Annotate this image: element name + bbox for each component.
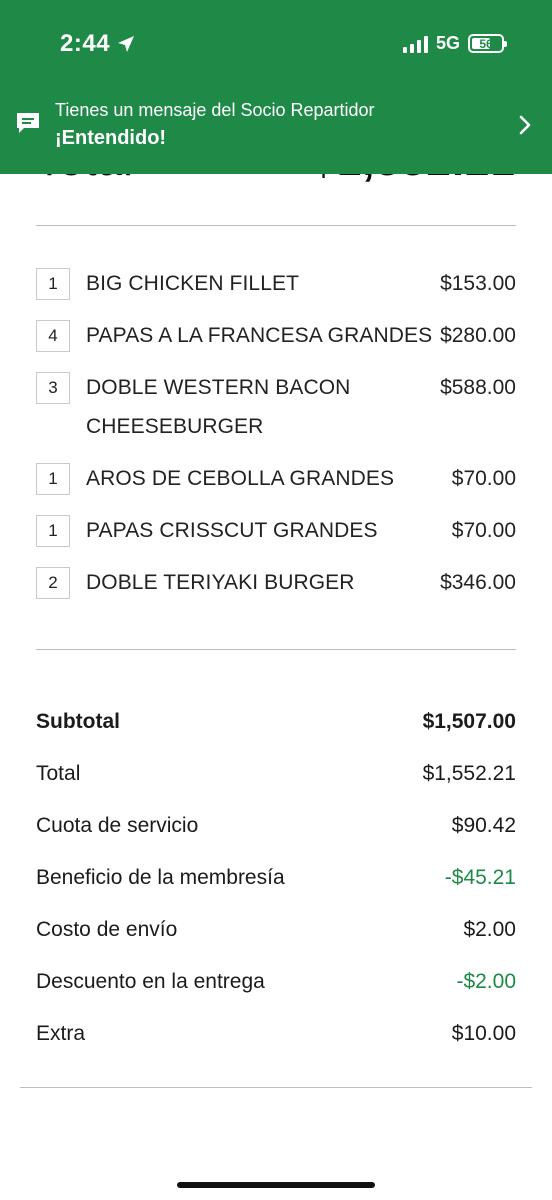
item-quantity: 1 <box>36 463 70 495</box>
summary-label: Total <box>36 762 81 785</box>
item-price: $588.00 <box>440 376 516 399</box>
summary-row-service-fee: Cuota de servicio $90.42 <box>36 800 516 852</box>
summary-value: $90.42 <box>451 814 516 837</box>
item-name: BIG CHICKEN FILLET <box>86 272 300 295</box>
item-quantity: 3 <box>36 372 70 404</box>
status-bar: 2:44 5G 56 <box>0 0 552 90</box>
summary-row-delivery-cost: Costo de envío $2.00 <box>36 904 516 956</box>
summary-label: Extra <box>36 1022 86 1045</box>
status-indicators: 5G 56 <box>402 33 507 54</box>
list-item: 2 DOBLE TERIYAKI BURGER $346.00 <box>36 567 516 619</box>
home-indicator[interactable] <box>177 1182 375 1188</box>
item-price: $70.00 <box>451 467 516 490</box>
summary-row-subtotal: Subtotal $1,507.00 <box>36 696 516 748</box>
summary-row-total: Total $1,552.21 <box>36 748 516 800</box>
message-title: Tienes un mensaje del Socio Repartidor <box>55 100 375 120</box>
item-name: PAPAS CRISSCUT GRANDES <box>86 519 378 542</box>
summary-value: $10.00 <box>451 1022 516 1045</box>
divider-top <box>36 225 516 226</box>
item-price: $153.00 <box>440 272 516 295</box>
summary-row-extra: Extra $10.00 <box>36 1008 516 1060</box>
chat-bubble-icon <box>17 113 39 133</box>
price-summary: Subtotal $1,507.00 Total $1,552.21 Cuota… <box>36 696 516 1060</box>
item-quantity: 1 <box>36 268 70 300</box>
signal-icon <box>402 35 428 53</box>
location-arrow-icon <box>118 36 135 52</box>
summary-value: $1,552.21 <box>422 762 516 785</box>
summary-value-discount: -$2.00 <box>456 970 516 993</box>
item-name: DOBLE TERIYAKI BURGER <box>86 571 355 594</box>
summary-label: Descuento en la entrega <box>36 970 265 993</box>
summary-label: Beneficio de la membresía <box>36 866 285 889</box>
summary-row-membership-benefit: Beneficio de la membresía -$45.21 <box>36 852 516 904</box>
item-name: AROS DE CEBOLLA GRANDES <box>86 467 395 490</box>
item-price: $280.00 <box>440 324 516 347</box>
item-name: DOBLE WESTERN BACON CHEESEBURGER <box>86 376 351 438</box>
summary-value-discount: -$45.21 <box>444 866 516 889</box>
message-banner[interactable]: 2:44 5G 56 Tienes un mensaje del Socio R… <box>0 0 552 174</box>
item-quantity: 4 <box>36 320 70 352</box>
status-time: 2:44 <box>60 30 136 58</box>
summary-value: $1,507.00 <box>422 710 516 733</box>
driver-message[interactable]: Tienes un mensaje del Socio Repartidor ¡… <box>0 96 552 158</box>
summary-label: Costo de envío <box>36 918 178 941</box>
list-item: 4 PAPAS A LA FRANCESA GRANDES $280.00 <box>36 320 516 372</box>
list-item: 1 BIG CHICKEN FILLET $153.00 <box>36 268 516 320</box>
item-price: $70.00 <box>451 519 516 542</box>
list-item: 3 DOBLE WESTERN BACON CHEESEBURGER $588.… <box>36 372 516 463</box>
network-type: 5G <box>435 33 460 53</box>
item-quantity: 2 <box>36 567 70 599</box>
time-text: 2:44 <box>60 30 111 57</box>
summary-value: $2.00 <box>463 918 516 941</box>
summary-label: Subtotal <box>36 710 120 733</box>
summary-row-delivery-discount: Descuento en la entrega -$2.00 <box>36 956 516 1008</box>
divider-bottom <box>20 1087 532 1088</box>
chevron-right-icon[interactable] <box>518 114 532 136</box>
battery-icon: 56 <box>468 34 507 53</box>
item-quantity: 1 <box>36 515 70 547</box>
battery-level: 56 <box>479 36 493 51</box>
message-action: ¡Entendido! <box>55 127 167 149</box>
divider-middle <box>36 649 516 650</box>
list-item: 1 PAPAS CRISSCUT GRANDES $70.00 <box>36 515 516 567</box>
item-name: PAPAS A LA FRANCESA GRANDES <box>86 324 433 347</box>
order-items-list: 1 BIG CHICKEN FILLET $153.00 4 PAPAS A L… <box>36 268 516 619</box>
list-item: 1 AROS DE CEBOLLA GRANDES $70.00 <box>36 463 516 515</box>
item-price: $346.00 <box>440 571 516 594</box>
summary-label: Cuota de servicio <box>36 814 199 837</box>
